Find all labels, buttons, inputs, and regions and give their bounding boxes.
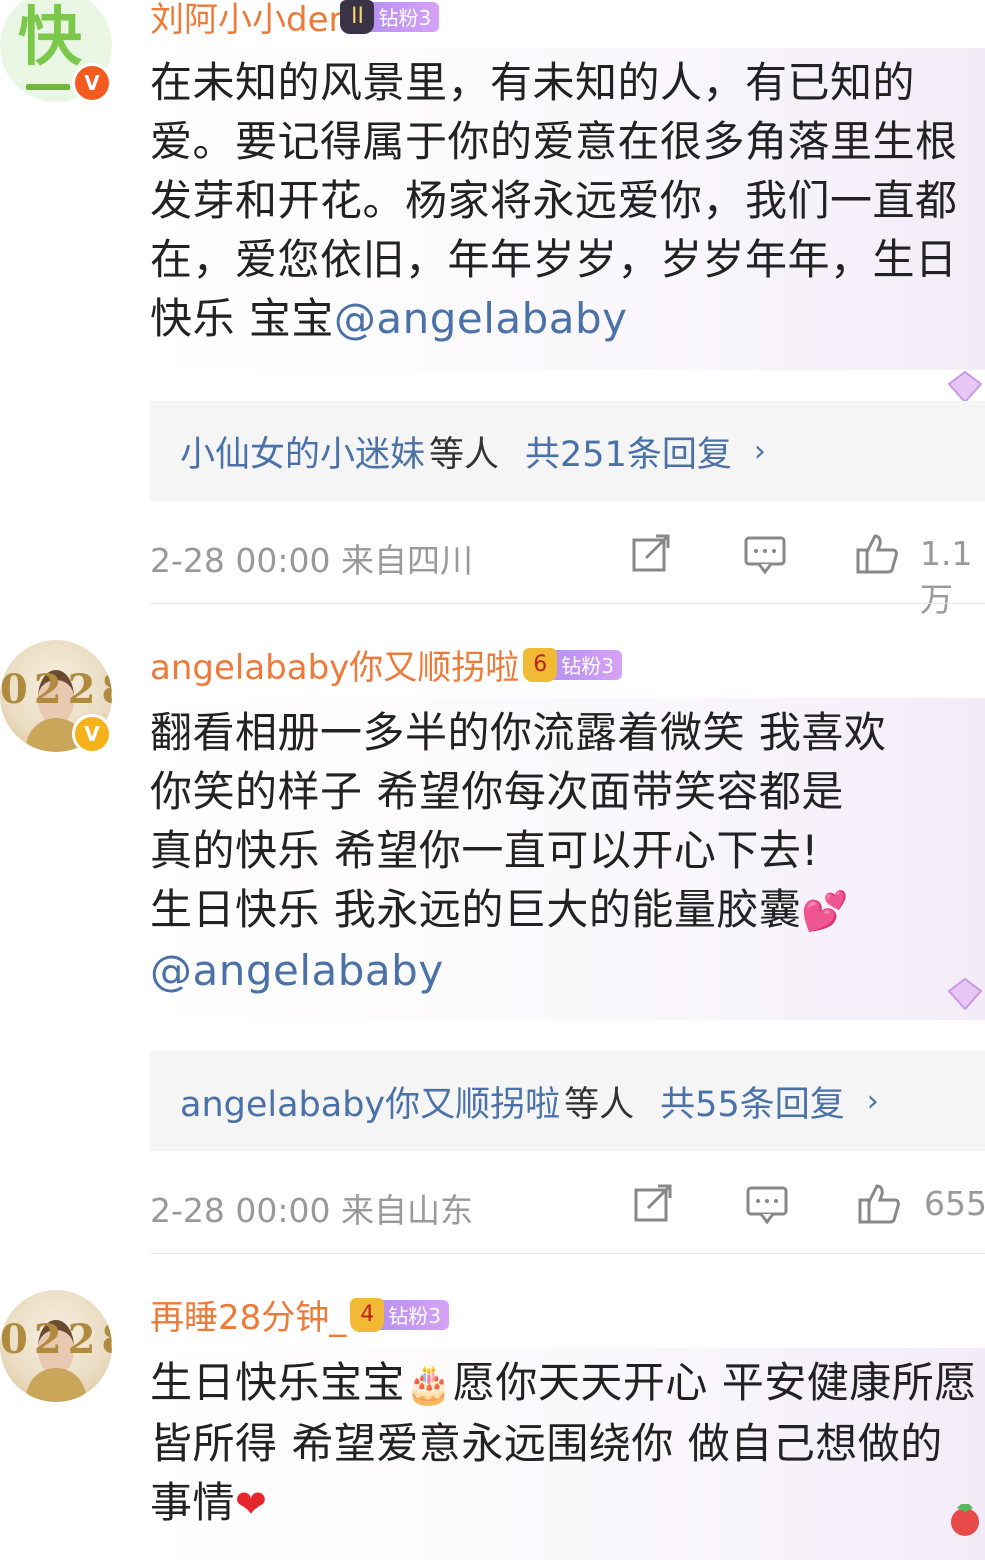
username[interactable]: angelababy你又顺拐啦 bbox=[150, 640, 519, 689]
share-icon[interactable] bbox=[630, 532, 674, 576]
reply-summary[interactable]: angelababy你又顺拐啦 等人 共55条回复 › bbox=[150, 1051, 985, 1151]
like-icon[interactable] bbox=[857, 1182, 901, 1226]
comment-header: 刘阿小小der II 钻粉3 bbox=[150, 0, 440, 41]
comment-line: 翻看相册一多半的你流露着微笑 我喜欢 bbox=[150, 708, 887, 757]
comment-header: angelababy你又顺拐啦 6 钻粉3 bbox=[150, 640, 623, 689]
heart-icon: ❤ bbox=[235, 1482, 268, 1526]
fan-badge-label: 钻粉3 bbox=[561, 654, 615, 678]
fan-badge-label: 钻粉3 bbox=[378, 6, 432, 30]
like-count: 655 bbox=[924, 1184, 985, 1223]
fan-badge[interactable]: II 钻粉3 bbox=[340, 0, 440, 34]
diamond-icon bbox=[947, 977, 983, 1011]
comment-body[interactable]: 在未知的风景里，有未知的人，有已知的爱。要记得属于你的爱意在很多角落里生根发芽和… bbox=[150, 48, 985, 404]
share-icon[interactable] bbox=[632, 1182, 676, 1226]
username[interactable]: 刘阿小小der bbox=[150, 0, 342, 41]
reply-count[interactable]: 共55条回复 bbox=[660, 1076, 845, 1127]
mention-link[interactable]: @angelababy bbox=[334, 294, 628, 343]
comment-line: 真的快乐 希望你一直可以开心下去! bbox=[150, 826, 819, 875]
cake-icon: 🎂 bbox=[405, 1362, 453, 1406]
two-hearts-icon: 💕 bbox=[801, 889, 850, 933]
avatar[interactable]: 0228 bbox=[0, 1290, 112, 1402]
chevron-right-icon: › bbox=[866, 1083, 879, 1119]
reply-count[interactable]: 共251条回复 bbox=[525, 426, 732, 477]
comment-line: 你笑的样子 希望你每次面带笑容都是 bbox=[150, 767, 844, 816]
reply-suffix: 等人 bbox=[429, 434, 500, 475]
divider bbox=[150, 1253, 985, 1254]
comment-meta: 2-28 00:00 来自山东 655 bbox=[150, 1178, 985, 1238]
timestamp-location: 2-28 00:00 来自山东 bbox=[150, 1191, 473, 1230]
reply-names[interactable]: angelababy你又顺拐啦 bbox=[180, 1076, 560, 1127]
avatar-date: 0228 bbox=[0, 666, 112, 713]
fan-badge-label: 钻粉3 bbox=[388, 1304, 441, 1328]
fan-badge[interactable]: 6 钻粉3 bbox=[523, 647, 623, 682]
avatar-date: 0228 bbox=[0, 1316, 112, 1363]
comment-text: 生日快乐宝宝 bbox=[150, 1358, 406, 1407]
comment-meta: 2-28 00:00 来自四川 1.1万 bbox=[150, 528, 985, 619]
mention-link[interactable]: @angelababy bbox=[150, 941, 985, 1000]
verified-icon: V bbox=[72, 714, 112, 754]
reply-summary[interactable]: 小仙女的小迷妹 等人 共251条回复 › bbox=[150, 401, 985, 501]
crown-icon: 6 bbox=[523, 647, 558, 682]
verified-icon: V bbox=[72, 63, 112, 103]
diamond-icon bbox=[947, 370, 983, 404]
chevron-right-icon: › bbox=[753, 433, 766, 469]
comment-body[interactable]: 生日快乐宝宝🎂愿你天天开心 平安健康所愿皆所得 希望爱意永远围绕你 做自己想做的… bbox=[150, 1348, 985, 1560]
reply-suffix: 等人 bbox=[564, 1084, 635, 1125]
crown-icon: 4 bbox=[350, 1297, 385, 1332]
strawberry-icon bbox=[951, 1504, 979, 1536]
comment-body[interactable]: 翻看相册一多半的你流露着微笑 我喜欢 你笑的样子 希望你每次面带笑容都是 真的快… bbox=[150, 698, 985, 1020]
crown-icon: II bbox=[340, 0, 375, 34]
comment-header: 再睡28分钟_ 4 钻粉3 bbox=[150, 1290, 449, 1339]
comment-icon[interactable] bbox=[745, 1182, 789, 1226]
divider bbox=[150, 603, 985, 604]
timestamp-location: 2-28 00:00 来自四川 bbox=[150, 541, 473, 580]
username[interactable]: 再睡28分钟_ bbox=[150, 1290, 346, 1339]
fan-badge[interactable]: 4 钻粉3 bbox=[350, 1297, 449, 1332]
comment-line: 生日快乐 我永远的巨大的能量胶囊 bbox=[150, 885, 802, 934]
like-count: 1.1万 bbox=[920, 534, 973, 619]
comment-icon[interactable] bbox=[743, 532, 787, 576]
reply-names[interactable]: 小仙女的小迷妹 bbox=[180, 426, 425, 477]
like-icon[interactable] bbox=[855, 532, 899, 576]
